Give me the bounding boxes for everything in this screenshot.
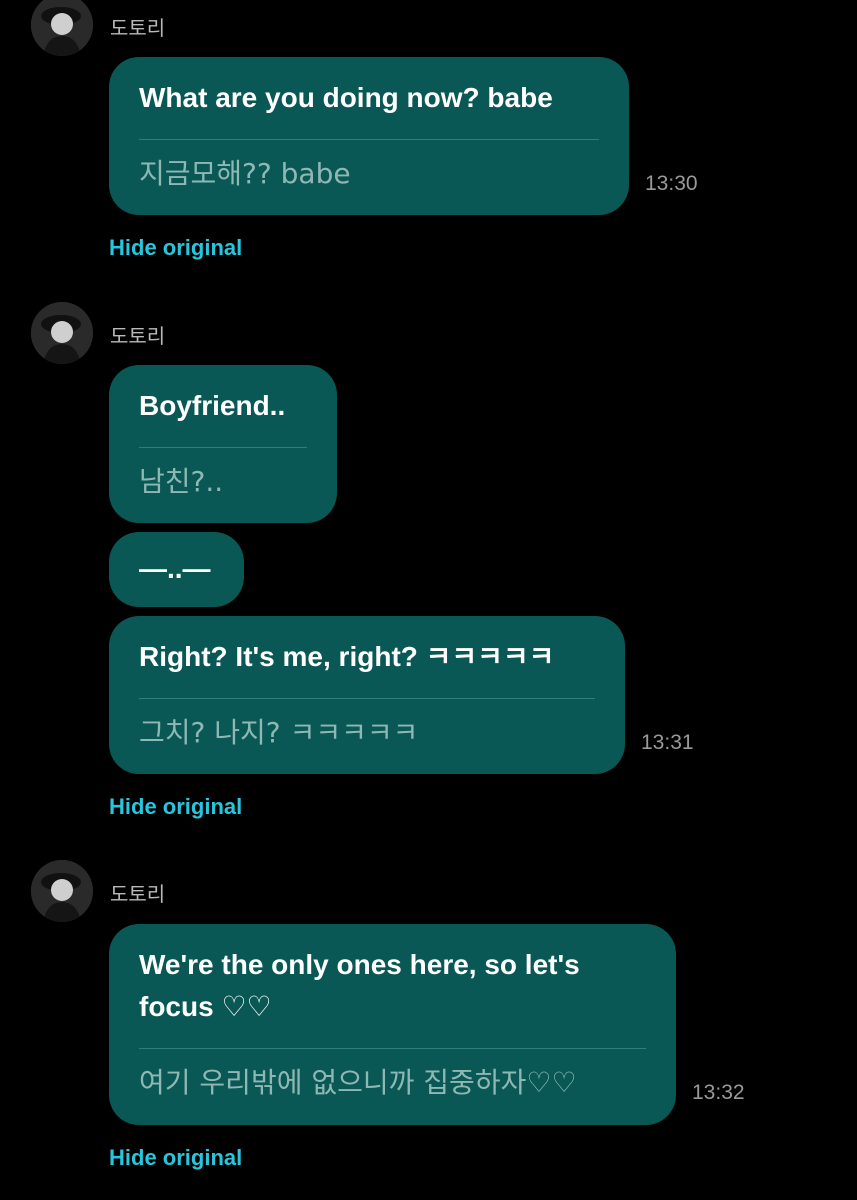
message-time: 13:31 (641, 731, 694, 754)
sender-avatar[interactable] (31, 0, 93, 56)
message-bubble[interactable]: Boyfriend.. 남친?.. (109, 365, 337, 523)
original-text: 지금모해?? babe (139, 157, 351, 190)
bubble-divider (139, 698, 595, 699)
sender-name: 도토리 (110, 16, 166, 40)
message-time: 13:30 (645, 172, 698, 195)
sender-avatar[interactable] (31, 302, 93, 364)
message-bubble[interactable]: What are you doing now? babe 지금모해?? babe (109, 57, 629, 215)
translated-text: —..— (139, 553, 211, 584)
message-bubble[interactable]: —..— (109, 532, 244, 607)
hide-original-link[interactable]: Hide original (109, 235, 242, 261)
avatar-image (31, 0, 93, 56)
translated-text: Right? It's me, right? ㅋㅋㅋㅋㅋ (139, 641, 555, 672)
sender-avatar[interactable] (31, 860, 93, 922)
sender-name: 도토리 (110, 324, 166, 348)
bubble-divider (139, 1048, 646, 1049)
original-text: 그치? 나지? ㅋㅋㅋㅋㅋ (139, 716, 419, 749)
bubble-divider (139, 447, 307, 448)
original-text: 여기 우리밖에 없으니까 집중하자♡♡ (139, 1066, 577, 1099)
message-bubble[interactable]: We're the only ones here, so let's focus… (109, 924, 676, 1125)
message-bubble[interactable]: Right? It's me, right? ㅋㅋㅋㅋㅋ 그치? 나지? ㅋㅋㅋ… (109, 616, 625, 774)
avatar-image (31, 302, 93, 364)
message-time: 13:32 (692, 1081, 745, 1104)
sender-name: 도토리 (110, 882, 166, 906)
translated-text: Boyfriend.. (139, 390, 286, 421)
translated-text: We're the only ones here, so let's focus… (139, 949, 580, 1022)
avatar-image (31, 860, 93, 922)
bubble-divider (139, 139, 599, 140)
translated-text: What are you doing now? babe (139, 82, 553, 113)
hide-original-link[interactable]: Hide original (109, 1145, 242, 1171)
original-text: 남친?.. (139, 465, 224, 498)
hide-original-link[interactable]: Hide original (109, 794, 242, 820)
